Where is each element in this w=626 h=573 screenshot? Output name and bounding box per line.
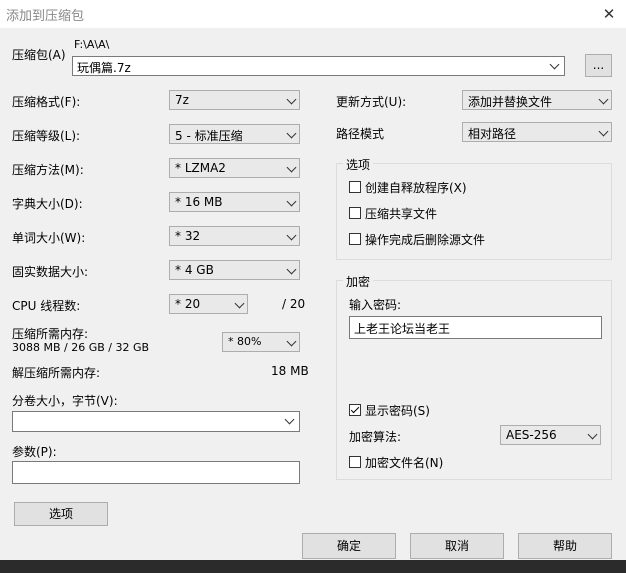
solid-value: * 4 GB: [175, 263, 214, 277]
decomp-value: 18 MB: [271, 364, 309, 378]
method-label: 压缩方法(M):: [12, 163, 84, 177]
options-group: 选项 创建自释放程序(X) 压缩共享文件 操作完成后删除源文件: [336, 156, 612, 260]
update-label: 更新方式(U):: [336, 95, 407, 109]
shared-label: 压缩共享文件: [365, 207, 438, 221]
threads-total: / 20: [282, 297, 306, 311]
level-label: 压缩等级(L):: [12, 129, 81, 143]
show-password-checkbox[interactable]: [349, 404, 361, 416]
split-combo[interactable]: [12, 411, 300, 432]
params-label: 参数(P):: [12, 445, 57, 459]
split-label: 分卷大小，字节(V):: [12, 394, 118, 408]
threads-value: * 20: [175, 297, 201, 311]
format-select[interactable]: 7z: [169, 90, 300, 110]
chevron-down-icon: [286, 162, 297, 173]
encrypt-method-select[interactable]: AES-256: [500, 425, 601, 445]
chevron-down-icon: [286, 128, 297, 139]
pathmode-select[interactable]: 相对路径: [462, 122, 612, 142]
ok-button[interactable]: 确定: [302, 533, 396, 559]
archive-label: 压缩包(A): [12, 48, 66, 62]
update-value: 添加并替换文件: [468, 95, 553, 109]
pathmode-label: 路径模式: [336, 127, 385, 141]
word-value: * 32: [175, 229, 201, 243]
chevron-down-icon: [549, 59, 560, 70]
threads-select[interactable]: * 20: [169, 294, 248, 314]
chevron-down-icon: [598, 126, 609, 137]
params-input[interactable]: [12, 461, 300, 484]
chevron-down-icon: [286, 94, 297, 105]
cancel-button[interactable]: 取消: [410, 533, 504, 559]
sfx-label: 创建自释放程序(X): [365, 181, 467, 195]
pathmode-value: 相对路径: [468, 127, 517, 141]
archive-name-value: 玩偶篇.7z: [77, 61, 131, 75]
memory-label: 压缩所需内存:: [12, 327, 89, 341]
chevron-down-icon: [587, 429, 598, 440]
chevron-down-icon: [286, 230, 297, 241]
dict-value: * 16 MB: [175, 195, 223, 209]
dict-select[interactable]: * 16 MB: [169, 192, 300, 212]
encrypt-method-value: AES-256: [506, 428, 557, 442]
encrypt-names-label: 加密文件名(N): [365, 456, 444, 470]
chevron-down-icon: [286, 196, 297, 207]
level-select[interactable]: 5 - 标准压缩: [169, 124, 300, 144]
show-password-label: 显示密码(S): [365, 404, 430, 418]
close-icon[interactable]: ✕: [592, 0, 626, 28]
word-label: 单词大小(W):: [12, 231, 86, 245]
memory-select[interactable]: * 80%: [222, 332, 300, 352]
password-label: 输入密码:: [349, 298, 402, 312]
decomp-label: 解压缩所需内存:: [12, 366, 101, 380]
level-value: 5 - 标准压缩: [175, 129, 243, 143]
encrypt-group-title: 加密: [343, 273, 374, 290]
chevron-down-icon: [284, 414, 295, 425]
encrypt-group: 加密 输入密码: 上老王论坛当老王 显示密码(S) 加密算法: AES-256 …: [336, 273, 612, 480]
delete-checkbox[interactable]: [349, 233, 361, 245]
method-value: * LZMA2: [175, 161, 226, 175]
chevron-down-icon: [598, 94, 609, 105]
memory-detail: 3088 MB / 26 GB / 32 GB: [12, 341, 150, 354]
window-title: 添加到压缩包: [6, 9, 85, 24]
delete-label: 操作完成后删除源文件: [365, 233, 486, 247]
browse-button[interactable]: ...: [585, 54, 612, 77]
archive-path: F:\A\A\: [74, 38, 110, 51]
method-select[interactable]: * LZMA2: [169, 158, 300, 178]
solid-select[interactable]: * 4 GB: [169, 260, 300, 280]
options-group-title: 选项: [343, 156, 374, 173]
solid-label: 固实数据大小:: [12, 265, 89, 279]
archive-name-combo[interactable]: 玩偶篇.7z: [72, 56, 565, 76]
title-bar: 添加到压缩包 ✕: [0, 0, 626, 28]
password-input[interactable]: 上老王论坛当老王: [349, 316, 602, 339]
format-label: 压缩格式(F):: [12, 95, 81, 109]
encrypt-method-label: 加密算法:: [349, 430, 402, 444]
word-select[interactable]: * 32: [169, 226, 300, 246]
update-select[interactable]: 添加并替换文件: [462, 90, 612, 110]
threads-label: CPU 线程数:: [12, 299, 81, 313]
format-value: 7z: [175, 93, 189, 107]
encrypt-names-checkbox[interactable]: [349, 456, 361, 468]
chevron-down-icon: [234, 298, 245, 309]
sfx-checkbox[interactable]: [349, 181, 361, 193]
memory-value: * 80%: [228, 335, 262, 348]
options-button[interactable]: 选项: [14, 502, 108, 526]
password-value: 上老王论坛当老王: [354, 322, 451, 336]
chevron-down-icon: [286, 264, 297, 275]
chevron-down-icon: [286, 336, 297, 347]
taskbar-strip: [0, 560, 626, 573]
help-button[interactable]: 帮助: [518, 533, 612, 559]
dict-label: 字典大小(D):: [12, 197, 83, 211]
shared-checkbox[interactable]: [349, 207, 361, 219]
